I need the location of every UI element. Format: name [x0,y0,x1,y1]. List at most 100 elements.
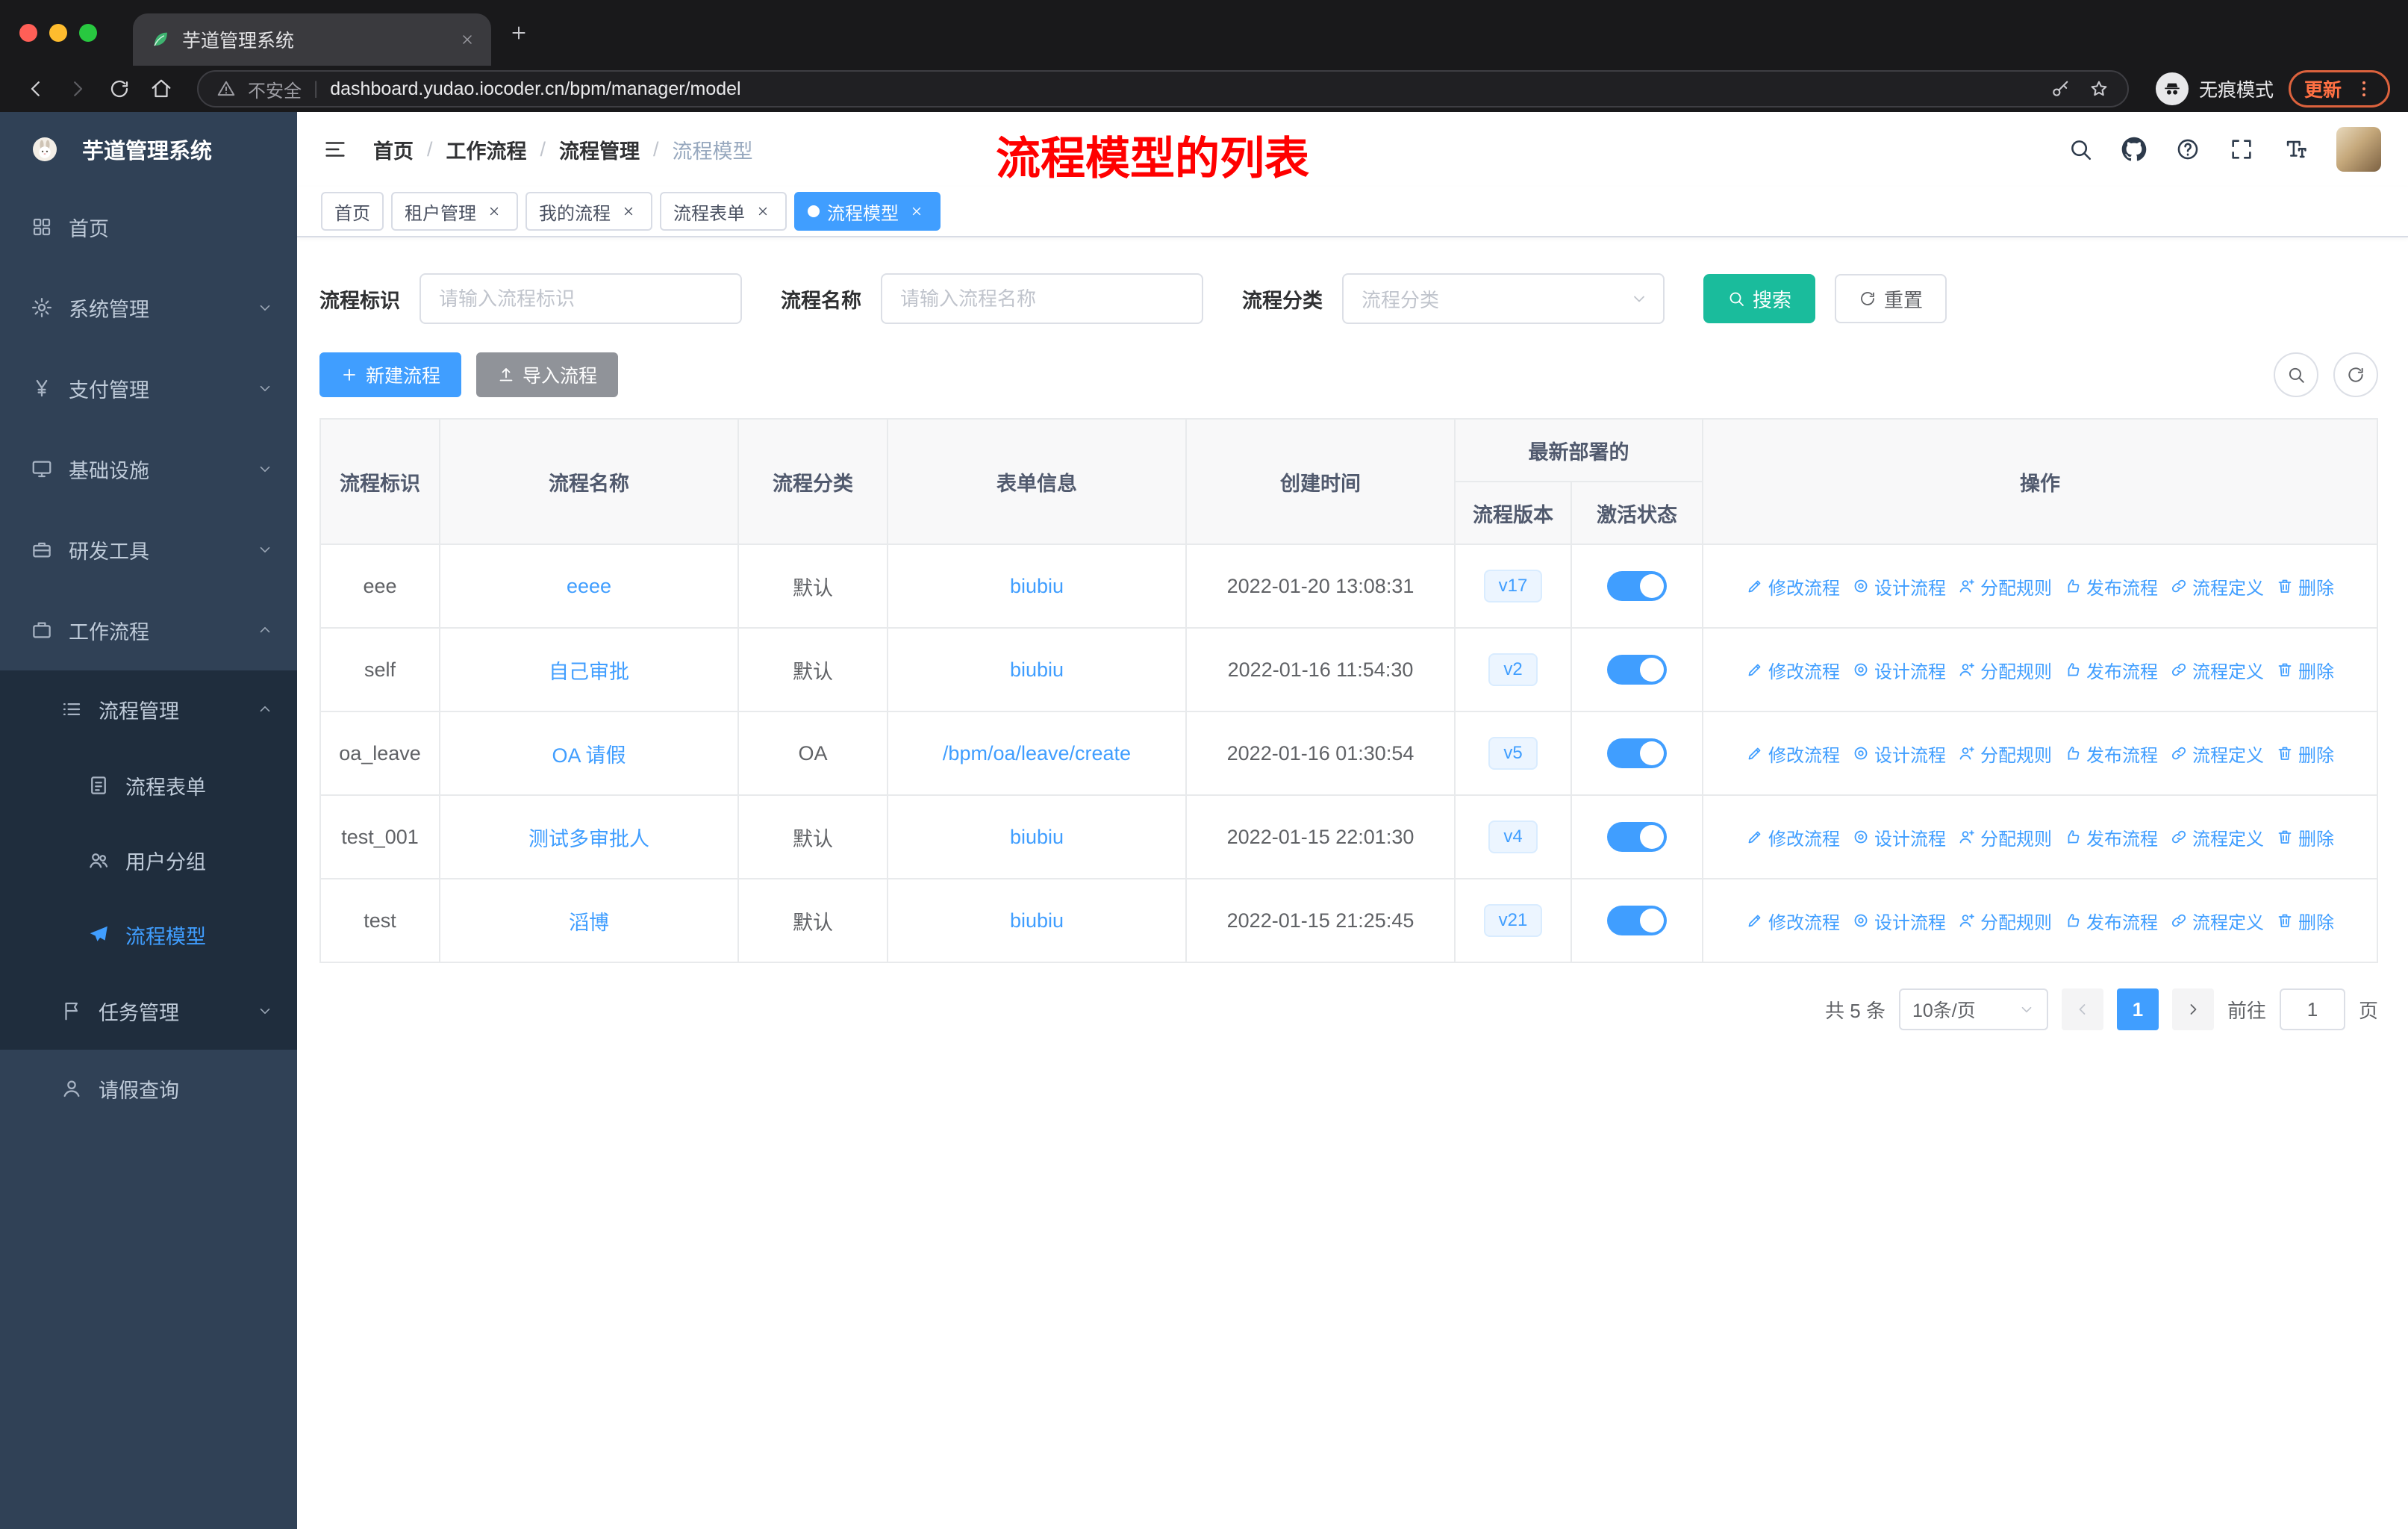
action-assign-rule[interactable]: 分配规则 [1958,824,2052,850]
action-assign-rule[interactable]: 分配规则 [1958,657,2052,683]
breadcrumb-item[interactable]: 首页 [373,135,414,164]
action-assign-rule[interactable]: 分配规则 [1958,573,2052,600]
process-name-input[interactable] [881,273,1203,324]
form-info-link[interactable]: biubiu [1010,575,1064,597]
action-delete[interactable]: 删除 [2276,908,2334,934]
form-info-link[interactable]: /bpm/oa/leave/create [943,742,1131,764]
action-assign-rule[interactable]: 分配规则 [1958,741,2052,767]
sidebar-item-payment-mgmt[interactable]: 支付管理 [0,348,297,429]
refresh-table-button[interactable] [2333,352,2378,397]
action-design[interactable]: 设计流程 [1852,741,1946,767]
sidebar-item-user-group[interactable]: 用户分组 [0,823,297,897]
prev-page-button[interactable] [2061,988,2103,1030]
zoom-window-button[interactable] [79,24,97,42]
action-publish[interactable]: 发布流程 [2064,824,2158,850]
create-process-button[interactable]: 新建流程 [319,352,462,397]
sidebar-item-workflow[interactable]: 工作流程 [0,590,297,670]
reload-button[interactable] [102,71,137,107]
process-name-link[interactable]: 滔博 [569,912,609,934]
fullscreen-button[interactable] [2229,137,2254,162]
tag-close-icon[interactable] [752,201,773,222]
form-info-link[interactable]: biubiu [1010,826,1064,848]
action-modify[interactable]: 修改流程 [1746,824,1840,850]
user-avatar[interactable] [2336,127,2381,172]
action-assign-rule[interactable]: 分配规则 [1958,908,2052,934]
action-definition[interactable]: 流程定义 [2170,657,2264,683]
action-design[interactable]: 设计流程 [1852,573,1946,600]
tag-close-icon[interactable] [906,201,927,222]
toggle-search-button[interactable] [2274,352,2318,397]
sidebar-item-home[interactable]: 首页 [0,187,297,267]
action-delete[interactable]: 删除 [2276,573,2334,600]
form-info-link[interactable]: biubiu [1010,909,1064,932]
tag-process-form[interactable]: 流程表单 [660,192,787,231]
tab-close-button[interactable] [460,32,475,47]
process-name-link[interactable]: 测试多审批人 [528,828,649,850]
sidebar-item-process-form[interactable]: 流程表单 [0,748,297,823]
tag-close-icon[interactable] [484,201,505,222]
tag-close-icon[interactable] [618,201,639,222]
collapse-sidebar-button[interactable] [322,137,348,162]
action-delete[interactable]: 删除 [2276,657,2334,683]
process-key-input[interactable] [419,273,742,324]
goto-page-input[interactable] [2279,988,2345,1030]
app-logo[interactable]: 芋道管理系统 [0,112,297,187]
action-modify[interactable]: 修改流程 [1746,741,1840,767]
action-definition[interactable]: 流程定义 [2170,908,2264,934]
action-publish[interactable]: 发布流程 [2064,741,2158,767]
reset-button[interactable]: 重置 [1835,274,1947,323]
action-modify[interactable]: 修改流程 [1746,573,1840,600]
action-design[interactable]: 设计流程 [1852,657,1946,683]
active-status-toggle[interactable] [1607,738,1667,768]
active-status-toggle[interactable] [1607,655,1667,685]
tag-my-process[interactable]: 我的流程 [525,192,652,231]
update-button[interactable]: 更新 [2288,70,2390,108]
action-definition[interactable]: 流程定义 [2170,573,2264,600]
tag-process-model[interactable]: 流程模型 [794,192,941,231]
breadcrumb-item[interactable]: 工作流程 [446,135,527,164]
action-definition[interactable]: 流程定义 [2170,824,2264,850]
action-design[interactable]: 设计流程 [1852,908,1946,934]
process-name-link[interactable]: 自己审批 [549,661,629,683]
next-page-button[interactable] [2171,988,2214,1030]
browser-tab[interactable]: 芋道管理系统 [133,13,491,66]
action-publish[interactable]: 发布流程 [2064,573,2158,600]
font-size-button[interactable] [2283,137,2308,162]
action-definition[interactable]: 流程定义 [2170,741,2264,767]
action-delete[interactable]: 删除 [2276,741,2334,767]
action-publish[interactable]: 发布流程 [2064,657,2158,683]
form-info-link[interactable]: biubiu [1010,658,1064,681]
breadcrumb-item[interactable]: 流程管理 [559,135,640,164]
sidebar-item-task-mgmt[interactable]: 任务管理 [0,972,297,1050]
sidebar-item-system-mgmt[interactable]: 系统管理 [0,267,297,348]
process-name-link[interactable]: OA 请假 [552,744,626,767]
process-category-select[interactable]: 流程分类 [1342,273,1665,324]
new-tab-button[interactable] [509,23,528,43]
action-modify[interactable]: 修改流程 [1746,657,1840,683]
sidebar-item-dev-tools[interactable]: 研发工具 [0,509,297,590]
sidebar-item-leave-query[interactable]: 请假查询 [0,1050,297,1127]
sidebar-item-process-mgmt[interactable]: 流程管理 [0,670,297,748]
browser-home-button[interactable] [143,71,179,107]
help-button[interactable] [2175,137,2200,162]
search-button[interactable]: 搜索 [1703,274,1816,323]
process-name-link[interactable]: eeee [567,575,611,597]
active-status-toggle[interactable] [1607,822,1667,852]
action-delete[interactable]: 删除 [2276,824,2334,850]
tag-tenant-mgmt[interactable]: 租户管理 [391,192,518,231]
action-publish[interactable]: 发布流程 [2064,908,2158,934]
page-number-1[interactable]: 1 [2116,988,2159,1030]
page-size-select[interactable]: 10条/页 [1898,988,2048,1030]
github-button[interactable] [2121,137,2147,162]
active-status-toggle[interactable] [1607,906,1667,935]
minimize-window-button[interactable] [49,24,67,42]
address-bar[interactable]: 不安全 | dashboard.yudao.iocoder.cn/bpm/man… [197,70,2129,108]
header-search-button[interactable] [2068,137,2093,162]
back-button[interactable] [18,71,54,107]
security-warning-icon[interactable] [216,79,236,99]
password-key-icon[interactable] [2050,78,2071,99]
active-status-toggle[interactable] [1607,571,1667,601]
action-modify[interactable]: 修改流程 [1746,908,1840,934]
import-process-button[interactable]: 导入流程 [476,352,619,397]
sidebar-item-process-model[interactable]: 流程模型 [0,897,297,972]
